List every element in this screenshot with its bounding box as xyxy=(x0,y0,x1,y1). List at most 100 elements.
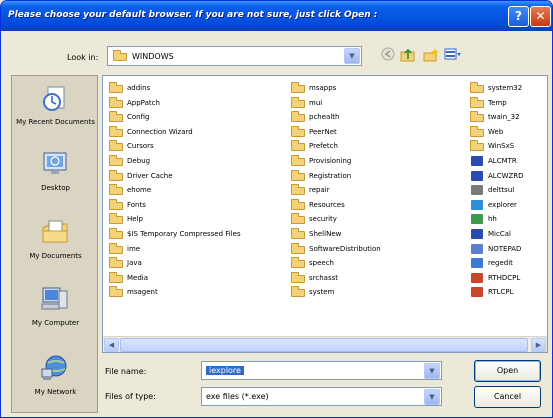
folder-icon xyxy=(291,184,306,196)
folder-item[interactable]: security xyxy=(291,212,381,227)
file-item[interactable]: ALCWZRD xyxy=(470,169,524,184)
folder-item[interactable]: twain_32 xyxy=(470,110,524,125)
item-name: Temp xyxy=(488,98,507,107)
up-folder-icon[interactable] xyxy=(399,47,417,65)
folder-item[interactable]: srchasst xyxy=(291,271,381,286)
folder-item[interactable]: msapps xyxy=(291,81,381,96)
folder-item[interactable]: Temp xyxy=(470,96,524,111)
folder-icon xyxy=(109,271,124,283)
file-name-field[interactable]: iexplore ▼ xyxy=(201,361,442,380)
view-menu-icon[interactable] xyxy=(444,47,462,65)
folder-item[interactable]: Config xyxy=(109,110,241,125)
folder-item[interactable]: Provisioning xyxy=(291,154,381,169)
item-name: Config xyxy=(127,113,150,122)
folder-item[interactable]: AppPatch xyxy=(109,96,241,111)
item-name: Media xyxy=(127,273,149,282)
application-icon xyxy=(470,243,485,254)
item-name: Driver Cache xyxy=(127,171,173,180)
dialog-title: Please choose your default browser. If y… xyxy=(8,10,378,20)
folder-item[interactable]: Help xyxy=(109,212,241,227)
folder-item[interactable]: mui xyxy=(291,96,381,111)
folder-icon xyxy=(109,242,124,254)
folder-item[interactable]: addins xyxy=(109,81,241,96)
folder-item[interactable]: ime xyxy=(109,242,241,257)
close-button[interactable]: ✕ xyxy=(530,6,551,27)
back-icon[interactable] xyxy=(379,47,397,65)
look-in-combo[interactable]: WINDOWS ▼ xyxy=(107,46,362,66)
chevron-down-icon[interactable]: ▼ xyxy=(424,389,440,405)
file-item[interactable]: regedit xyxy=(470,256,524,271)
folder-item[interactable]: Registration xyxy=(291,169,381,184)
folder-item[interactable]: WinSxS xyxy=(470,139,524,154)
folder-item[interactable]: SoftwareDistribution xyxy=(291,242,381,257)
folder-item[interactable]: msagent xyxy=(109,285,241,300)
item-name: RTLCPL xyxy=(488,288,514,297)
help-button[interactable]: ? xyxy=(508,6,529,27)
file-item[interactable]: NOTEPAD xyxy=(470,242,524,257)
folder-item[interactable]: PeerNet xyxy=(291,125,381,140)
file-name-label: File name: xyxy=(105,367,147,376)
folder-item[interactable]: Cursors xyxy=(109,139,241,154)
folder-icon xyxy=(470,140,485,152)
file-item[interactable]: RTHDCPL xyxy=(470,271,524,286)
look-in-value: WINDOWS xyxy=(132,52,174,61)
folder-item[interactable]: Driver Cache xyxy=(109,169,241,184)
folder-item[interactable]: Web xyxy=(470,125,524,140)
folder-icon xyxy=(109,140,124,152)
folder-icon xyxy=(291,271,306,283)
application-icon xyxy=(470,170,485,181)
file-list[interactable]: addins AppPatch Config Connection Wizard Cur… xyxy=(102,75,548,353)
chevron-down-icon[interactable]: ▼ xyxy=(424,363,440,379)
item-name: security xyxy=(309,215,337,224)
place-recent-documents[interactable]: My Recent Documents xyxy=(12,80,99,144)
folder-item[interactable]: speech xyxy=(291,256,381,271)
folder-item[interactable]: Resources xyxy=(291,198,381,213)
folder-item[interactable]: Media xyxy=(109,271,241,286)
scroll-thumb[interactable] xyxy=(120,338,528,352)
open-button[interactable]: Open xyxy=(474,360,541,382)
place-my-computer[interactable]: My Computer xyxy=(12,281,99,345)
file-item[interactable]: hh xyxy=(470,212,524,227)
folder-item[interactable]: repair xyxy=(291,183,381,198)
folder-item[interactable]: Connection Wizard xyxy=(109,125,241,140)
item-name: Fonts xyxy=(127,200,146,209)
folder-item[interactable]: system32 xyxy=(470,81,524,96)
horizontal-scrollbar[interactable]: ◀ ▶ xyxy=(103,336,547,352)
scroll-left-button[interactable]: ◀ xyxy=(104,338,119,352)
folder-icon xyxy=(470,82,485,93)
item-name: twain_32 xyxy=(488,113,520,122)
folder-item[interactable]: ehome xyxy=(109,183,241,198)
folder-icon xyxy=(109,82,124,93)
recent-documents-icon xyxy=(39,84,71,114)
place-label: My Documents xyxy=(29,252,82,260)
file-item[interactable]: ALCMTR xyxy=(470,154,524,169)
place-desktop[interactable]: Desktop xyxy=(12,146,99,210)
file-item[interactable]: explorer xyxy=(470,198,524,213)
item-name: addins xyxy=(127,84,151,92)
item-name: system xyxy=(309,288,335,297)
item-name: Provisioning xyxy=(309,156,352,165)
item-name: Connection Wizard xyxy=(127,127,193,136)
folder-item[interactable]: Fonts xyxy=(109,198,241,213)
folder-item[interactable]: Java xyxy=(109,256,241,271)
folder-item[interactable]: Prefetch xyxy=(291,139,381,154)
file-item[interactable]: delttsul xyxy=(470,183,524,198)
folder-item[interactable]: Debug xyxy=(109,154,241,169)
application-icon xyxy=(470,214,485,225)
folder-icon xyxy=(291,213,306,225)
file-item[interactable]: RTLCPL xyxy=(470,285,524,300)
title-bar[interactable]: Please choose your default browser. If y… xyxy=(1,1,552,31)
place-my-network[interactable]: My Network xyxy=(12,350,99,414)
scroll-right-button[interactable]: ▶ xyxy=(531,338,546,352)
folder-item[interactable]: ShellNew xyxy=(291,227,381,242)
folder-item[interactable]: system xyxy=(291,285,381,300)
file-item[interactable]: MicCal xyxy=(470,227,524,242)
place-my-documents[interactable]: My Documents xyxy=(12,214,99,278)
cancel-button[interactable]: Cancel xyxy=(474,386,541,408)
chevron-down-icon[interactable]: ▼ xyxy=(344,48,360,64)
new-folder-icon[interactable] xyxy=(422,47,440,65)
file-column: system32 Temp twain_32 Web WinSxS ALCMTR ALCWZ… xyxy=(470,81,524,300)
files-of-type-select[interactable]: exe files (*.exe) ▼ xyxy=(201,387,442,406)
folder-item[interactable]: pchealth xyxy=(291,110,381,125)
folder-item[interactable]: $IS Temporary Compressed Files xyxy=(109,227,241,242)
